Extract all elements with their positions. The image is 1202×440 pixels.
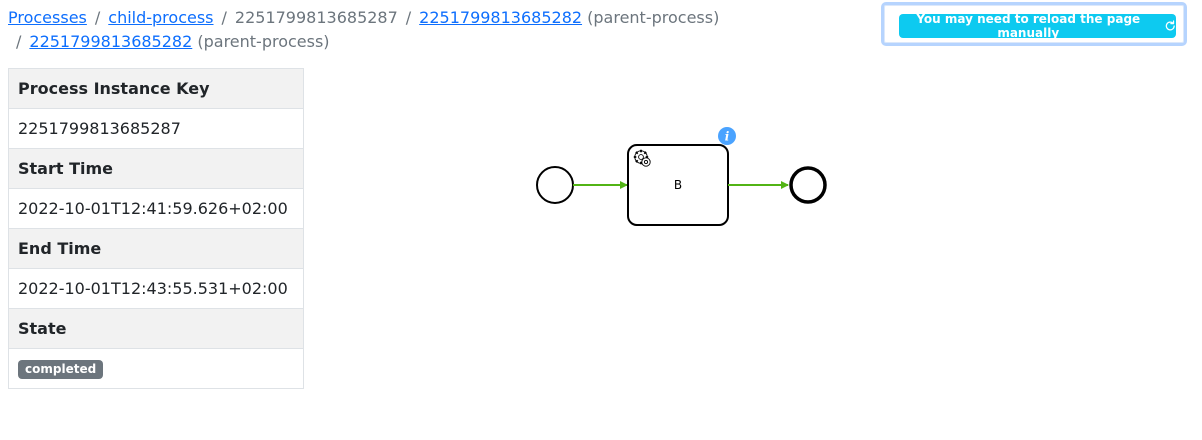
breadcrumb-parent-link[interactable]: 2251799813685282 xyxy=(419,8,582,27)
task-label: B xyxy=(674,178,682,192)
end-event[interactable] xyxy=(789,166,827,204)
info-icon[interactable]: i xyxy=(718,127,736,145)
breadcrumb-separator: / xyxy=(405,8,412,27)
reload-button-label: You may need to reload the page manually xyxy=(916,12,1141,40)
state-cell: completed xyxy=(8,348,304,389)
refresh-icon xyxy=(1165,20,1175,31)
start-time-value: 2022-10-01T12:41:59.626+02:00 xyxy=(8,188,304,229)
bpmn-diagram: B i xyxy=(536,127,827,226)
svg-text:i: i xyxy=(725,130,730,144)
reload-notice: You may need to reload the page manually xyxy=(881,2,1187,46)
end-time-label: End Time xyxy=(8,228,304,269)
breadcrumb-parent-link-2[interactable]: 2251799813685282 xyxy=(29,32,192,51)
status-badge: completed xyxy=(18,360,104,379)
state-label: State xyxy=(8,308,304,349)
reload-button[interactable]: You may need to reload the page manually xyxy=(899,12,1176,40)
breadcrumb-current-key: 2251799813685287 xyxy=(234,8,398,27)
process-instance-key-value: 2251799813685287 xyxy=(8,108,304,149)
breadcrumb-separator: / xyxy=(16,32,22,51)
start-time-label: Start Time xyxy=(8,148,304,189)
breadcrumb-processes-link[interactable]: Processes xyxy=(8,8,87,27)
breadcrumb-parent-label-2: (parent-process) xyxy=(197,32,330,51)
breadcrumb-separator: / xyxy=(94,8,101,27)
end-time-value: 2022-10-01T12:43:55.531+02:00 xyxy=(8,268,304,309)
process-instance-key-label: Process Instance Key xyxy=(8,68,304,109)
start-event[interactable] xyxy=(536,166,574,204)
breadcrumb-child-process-link[interactable]: child-process xyxy=(108,8,213,27)
breadcrumb: Processes / child-process / 2251799813685287… xyxy=(8,6,868,54)
process-details-table: Process Instance Key 2251799813685287 St… xyxy=(8,68,304,389)
breadcrumb-separator: / xyxy=(221,8,227,27)
breadcrumb-parent-label: (parent-process) xyxy=(587,8,720,27)
